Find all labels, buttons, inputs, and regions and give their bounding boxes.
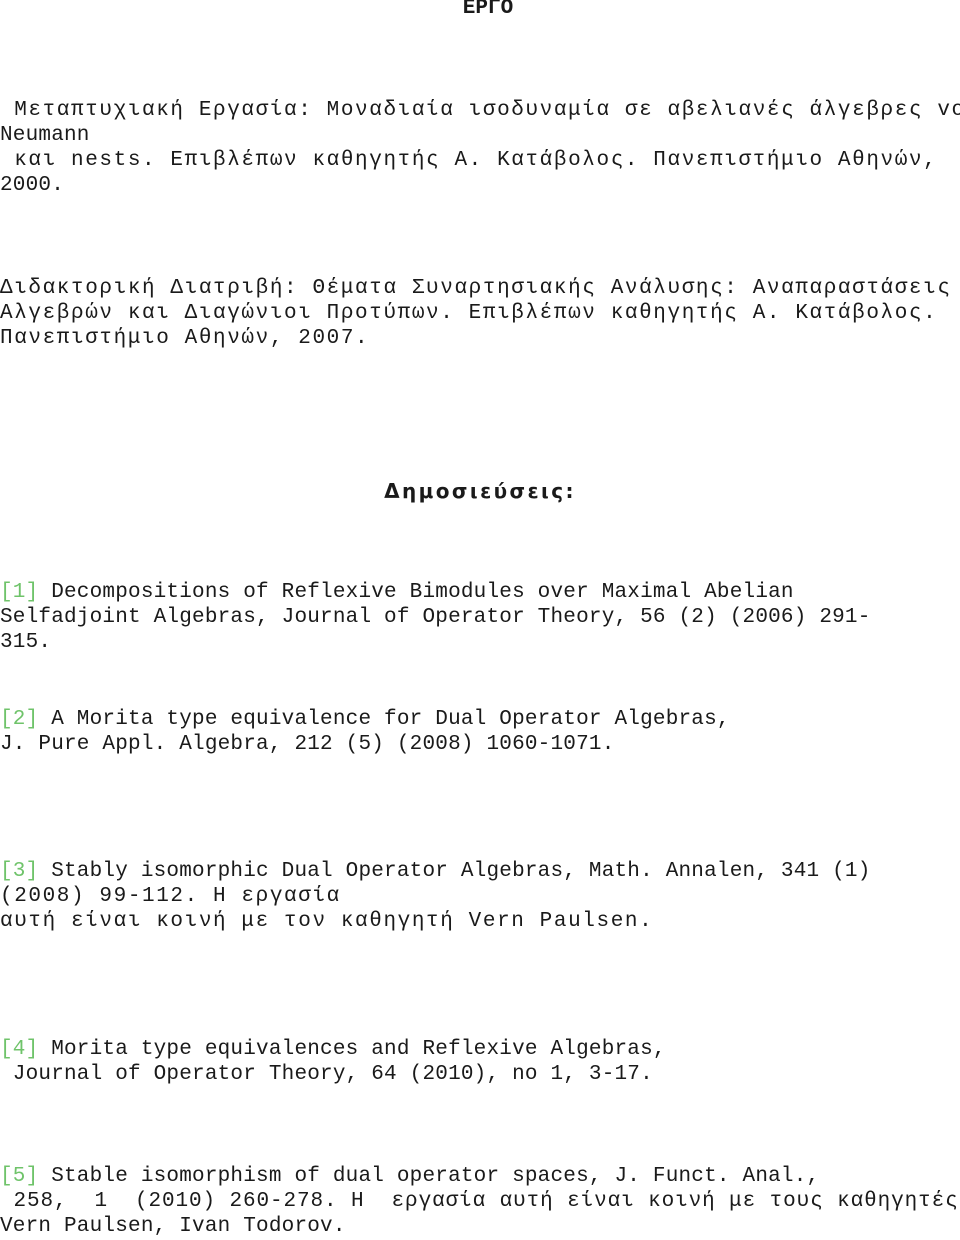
publication-first-line: [2] A Morita type equivalence for Dual O… — [0, 707, 730, 732]
masters-thesis-line-1: Μεταπτυχιακή Εργασία: Μοναδιαία ισοδυναμ… — [0, 99, 960, 122]
publication-line: Journal of Operator Theory, 64 (2010), n… — [0, 1063, 653, 1086]
reference-number: [4] — [0, 1038, 39, 1061]
publication-title: Decompositions of Reflexive Bimodules ov… — [38, 581, 794, 604]
masters-thesis-line-3: και nests. Επιβλέπων καθηγητής Α. Κατάβο… — [0, 149, 938, 172]
publication-first-line: [5] Stable isomorphism of dual operator … — [0, 1164, 819, 1189]
masters-thesis-line-2: Neumann — [0, 124, 90, 147]
publication-line: Selfadjoint Algebras, Journal of Operato… — [0, 606, 871, 629]
page-title: ΕΡΓΟ — [462, 0, 514, 20]
publication-title: Morita type equivalences and Reflexive A… — [38, 1038, 666, 1061]
doctoral-thesis-line-3: Πανεπιστήμιο Αθηνών, 2007. — [0, 327, 370, 350]
publication-line: Vern Paulsen, Ivan Todorov. — [0, 1215, 346, 1238]
reference-number: [3] — [0, 860, 39, 883]
publication-line: 315. — [0, 631, 52, 654]
publication-first-line: [3] Stably isomorphic Dual Operator Alge… — [0, 859, 871, 884]
publication-line: αυτή είναι κοινή με τον καθηγητή Vern Pa… — [0, 910, 654, 933]
publication-line: J. Pure Appl. Algebra, 212 (5) (2008) 10… — [0, 733, 615, 756]
publication-title: Stable isomorphism of dual operator spac… — [38, 1165, 820, 1188]
publications-heading: Δημοσιεύσεις: — [384, 479, 576, 503]
publication-title: Stably isomorphic Dual Operator Algebras… — [38, 860, 871, 883]
masters-thesis-line-4: 2000. — [0, 174, 65, 197]
publication-title: A Morita type equivalence for Dual Opera… — [38, 708, 730, 731]
doctoral-thesis-line-2: Αλγεβρών και Διαγώνιοι Προτύπων. Επιβλέπ… — [0, 302, 938, 325]
reference-number: [2] — [0, 708, 39, 731]
reference-number: [1] — [0, 581, 39, 604]
doctoral-thesis-line-1: Διδακτορική Διατριβή: Θέματα Συναρτησιακ… — [0, 277, 952, 300]
publication-line: 258, 1 (2010) 260-278. Η εργασία αυτή εί… — [0, 1190, 959, 1213]
publication-line: (2008) 99-112. Η εργασία — [0, 885, 341, 908]
publication-first-line: [1] Decompositions of Reflexive Bimodule… — [0, 580, 794, 605]
reference-number: [5] — [0, 1165, 39, 1188]
publication-first-line: [4] Morita type equivalences and Reflexi… — [0, 1037, 666, 1062]
